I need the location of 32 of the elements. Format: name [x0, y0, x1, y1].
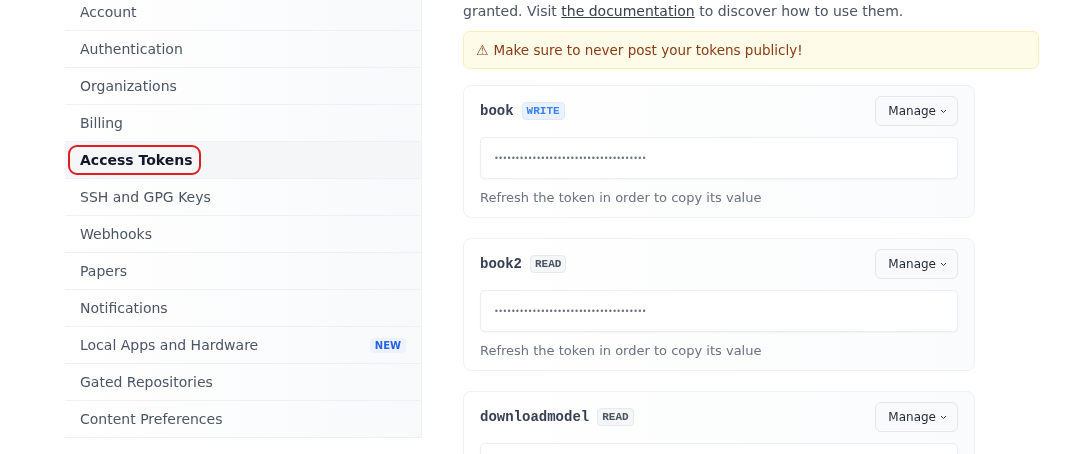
sidebar-item[interactable]: Access Tokens: [65, 142, 421, 179]
chevron-down-icon: [940, 414, 947, 420]
sidebar-item[interactable]: Webhooks: [65, 216, 421, 253]
sidebar-item[interactable]: Authentication: [65, 31, 421, 68]
token-field[interactable]: ••••••••••••••••••••••••••••••••••••: [480, 137, 958, 179]
token-field[interactable]: ••••••••••••••••••••••••••••••••••••: [480, 290, 958, 332]
sidebar-item[interactable]: Account: [65, 0, 421, 31]
permission-badge: WRITE: [521, 102, 565, 120]
manage-button[interactable]: Manage: [875, 96, 958, 126]
chevron-down-icon: [940, 261, 947, 267]
warning-icon: ⚠: [476, 42, 489, 58]
new-badge: NEW: [369, 337, 406, 353]
permission-badge: READ: [530, 255, 567, 273]
sidebar-item[interactable]: Local Apps and Hardware NEW: [65, 327, 421, 364]
sidebar-item[interactable]: SSH and GPG Keys: [65, 179, 421, 216]
token-name: book: [480, 103, 514, 119]
permission-badge: READ: [597, 408, 634, 426]
token-name: downloadmodel: [480, 409, 590, 425]
intro-text: granted. Visit the documentation to discover how to use them.: [463, 2, 905, 21]
hint-text: Refresh the token in order to copy its value: [480, 343, 763, 358]
sidebar-item[interactable]: Papers: [65, 253, 421, 290]
token-name: book2: [480, 256, 522, 272]
hint-text: Refresh the token in order to copy its value: [480, 190, 763, 205]
sidebar-item[interactable]: Content Preferences: [65, 401, 421, 438]
sidebar-item[interactable]: Notifications: [65, 290, 421, 327]
sidebar-item[interactable]: Gated Repositories: [65, 364, 421, 401]
documentation-link[interactable]: the documentation: [561, 3, 695, 19]
manage-button[interactable]: Manage: [875, 249, 958, 279]
sidebar-item[interactable]: Organizations: [65, 68, 421, 105]
chevron-down-icon: [940, 108, 947, 114]
manage-button[interactable]: Manage: [875, 402, 958, 432]
warning-text: Make sure to never post your tokens publicly!: [493, 42, 803, 58]
